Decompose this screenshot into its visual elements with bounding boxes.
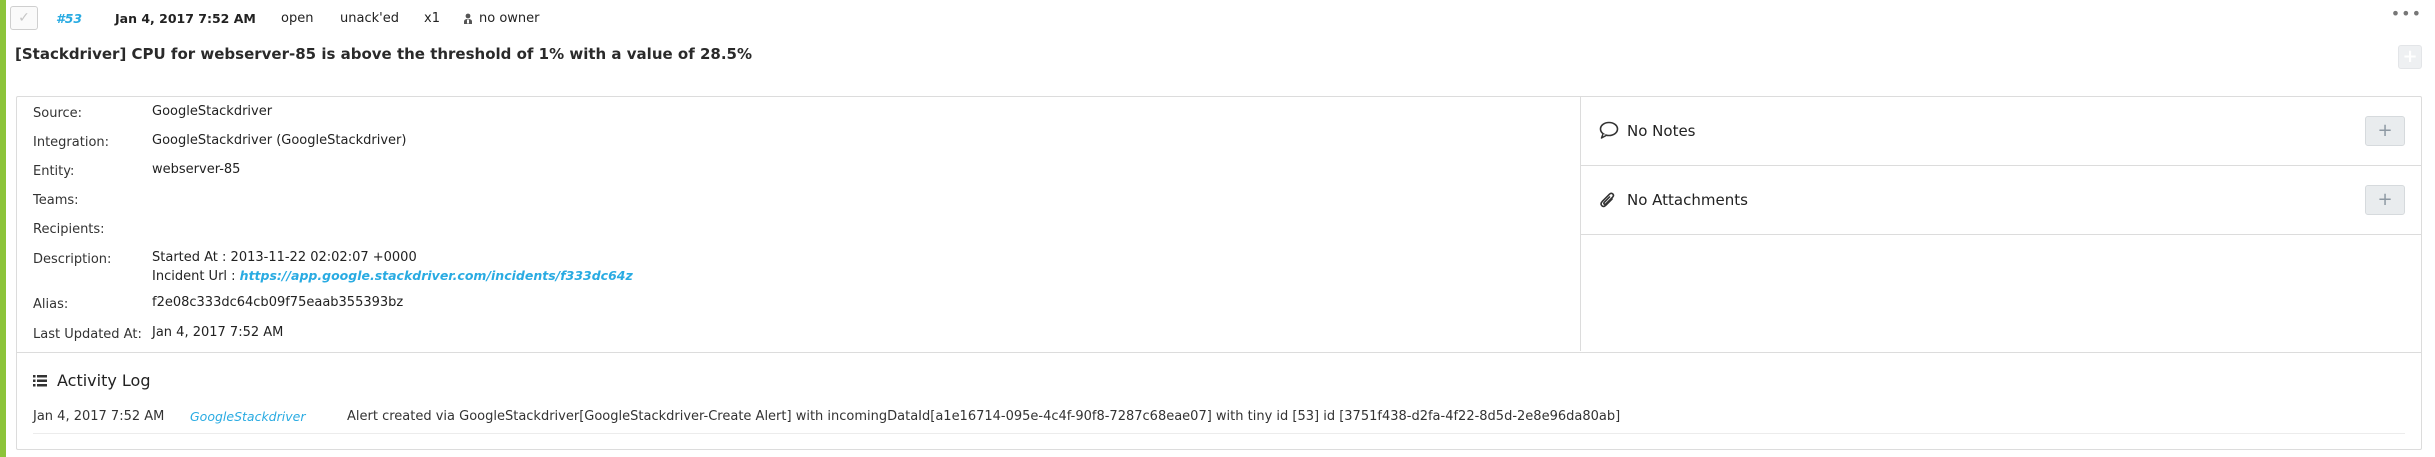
field-label-recipients: Recipients: <box>33 222 105 237</box>
user-icon <box>464 13 472 24</box>
alert-count: x1 <box>424 11 440 26</box>
alert-status: open <box>281 11 314 26</box>
log-entry-user-link[interactable]: GoogleStackdriver <box>190 409 305 424</box>
field-label-last-updated: Last Updated At: <box>33 327 142 342</box>
field-label-entity: Entity: <box>33 164 75 179</box>
alert-owner-label: no owner <box>479 11 540 26</box>
log-entry-date: Jan 4, 2017 7:52 AM <box>33 409 165 424</box>
more-options-button[interactable]: ••• <box>2391 6 2422 22</box>
log-entry-message: Alert created via GoogleStackdriver[Goog… <box>347 409 1621 424</box>
field-label-integration: Integration: <box>33 135 110 150</box>
alert-detail-page: ✓ #53 Jan 4, 2017 7:52 AM open unack'ed … <box>0 0 2435 457</box>
field-value-last-updated: Jan 4, 2017 7:52 AM <box>152 325 284 340</box>
log-entry: Jan 4, 2017 7:52 AM GoogleStackdriver Al… <box>33 409 2405 434</box>
alert-ack-state: unack'ed <box>340 11 399 26</box>
alert-message-title: [Stackdriver] CPU for webserver-85 is ab… <box>15 45 752 63</box>
alert-tiny-id-link[interactable]: #53 <box>56 11 82 27</box>
list-icon <box>33 374 47 386</box>
attachments-label: No Attachments <box>1627 191 1748 209</box>
field-value-alias: f2e08c333dc64cb09f75eaab355393bz <box>152 295 404 310</box>
field-label-teams: Teams: <box>33 193 79 208</box>
alert-created-date: Jan 4, 2017 7:52 AM <box>115 11 256 26</box>
field-value-description-line1: Started At : 2013-11-22 02:02:07 +0000 <box>152 250 417 265</box>
alert-details-panel: Source: GoogleStackdriver Integration: G… <box>16 96 2422 450</box>
field-label-description: Description: <box>33 252 112 267</box>
field-value-integration: GoogleStackdriver (GoogleStackdriver) <box>152 133 407 148</box>
incident-url-prefix: Incident Url : <box>152 269 240 284</box>
paperclip-icon <box>1600 192 1615 208</box>
checkmark-icon: ✓ <box>18 10 30 26</box>
activity-log-header: Activity Log <box>33 371 151 390</box>
speech-bubble-icon <box>1599 121 1619 139</box>
add-attachment-button[interactable]: + <box>2365 185 2405 215</box>
field-value-source: GoogleStackdriver <box>152 104 273 119</box>
notes-attachments-column: No Notes + No Attachments + <box>1581 97 2421 351</box>
alert-fields: Source: GoogleStackdriver Integration: G… <box>17 97 1581 351</box>
add-note-button[interactable]: + <box>2365 116 2405 146</box>
field-value-entity: webserver-85 <box>152 162 241 177</box>
status-color-bar <box>0 0 6 457</box>
activity-log-section: Activity Log Jan 4, 2017 7:52 AM GoogleS… <box>17 352 2421 449</box>
notes-label: No Notes <box>1627 122 1696 140</box>
field-label-source: Source: <box>33 106 83 121</box>
field-label-alias: Alias: <box>33 297 69 312</box>
attachments-section: No Attachments + <box>1581 166 2421 235</box>
select-alert-checkbox[interactable]: ✓ <box>10 6 38 30</box>
activity-log-title: Activity Log <box>57 371 151 390</box>
add-action-button[interactable]: + <box>2398 45 2422 69</box>
alert-owner[interactable]: no owner <box>463 11 540 27</box>
plus-icon: + <box>2402 46 2418 67</box>
field-value-description-line2: Incident Url : https://app.google.stackd… <box>152 268 633 284</box>
notes-section: No Notes + <box>1581 97 2421 166</box>
incident-url-link[interactable]: https://app.google.stackdriver.com/incid… <box>240 268 633 283</box>
